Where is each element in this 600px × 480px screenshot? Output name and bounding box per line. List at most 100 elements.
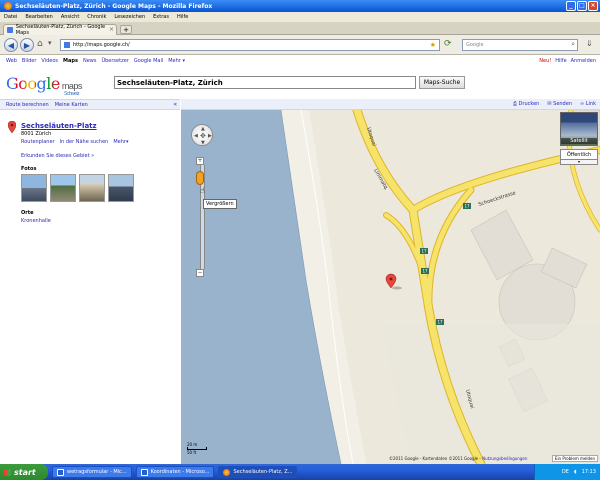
search-placeholder: Google (466, 42, 484, 48)
menu-bar: Datei Bearbeiten Ansicht Chronik Lesezei… (0, 12, 600, 22)
search-icon[interactable]: ⌕ (571, 40, 575, 49)
gbar-mehr[interactable]: Mehr ▾ (168, 58, 185, 64)
word-icon (140, 468, 148, 476)
maximize-button[interactable]: □ (577, 1, 587, 11)
pan-control[interactable]: ▲ ▼ ◀ ▶ ✥ (191, 124, 213, 146)
navigation-bar: ◀ ▶ ⌂ ▾ http://maps.google.ch/ ★ ⟳ Googl… (0, 35, 600, 55)
site-favicon-icon (64, 42, 70, 48)
place-kronenhalle-link[interactable]: Kronenhalle (21, 218, 51, 224)
gbar-web[interactable]: Web (6, 58, 17, 64)
google-maps-logo[interactable]: Google maps Schweiz (6, 74, 82, 97)
place-title[interactable]: Sechseläuten-Platz (21, 122, 97, 130)
minimize-button[interactable]: _ (566, 1, 576, 11)
back-button[interactable]: ◀ (4, 38, 18, 52)
menu-chronik[interactable]: Chronik (87, 14, 106, 20)
print-link[interactable]: ⎙ Drucken (513, 101, 539, 107)
route-link[interactable]: Route berechnen (6, 102, 49, 108)
menu-lesezeichen[interactable]: Lesezeichen (114, 14, 145, 20)
new-tab-button[interactable]: + (120, 25, 132, 34)
speaker-icon[interactable]: ◖ (574, 469, 577, 475)
nearby-search-link[interactable]: In der Nähe suchen (60, 139, 109, 145)
logo-google: Google (6, 74, 60, 93)
gbar-news[interactable]: News (83, 58, 97, 64)
map-canvas[interactable]: Utoquai Limmatq. Schoeckstrasse Utoquai … (181, 110, 600, 464)
download-icon[interactable]: ⇓ (586, 39, 593, 48)
menu-bearbeiten[interactable]: Bearbeiten (25, 14, 52, 20)
google-account-links: Neu! Hilfe Anmelden (539, 56, 596, 66)
photo-thumbnail[interactable] (108, 174, 134, 202)
maps-search-input[interactable]: Sechseläuten-Platz, Zürich (114, 76, 416, 89)
system-tray: DE ◖ 17:13 (534, 464, 600, 480)
url-text: http://maps.google.ch/ (73, 42, 130, 48)
map-type-control: Satellit Öffentlich ▾ (560, 112, 598, 165)
send-link[interactable]: ✉ Senden (547, 101, 572, 107)
logo-region: Schweiz (64, 91, 80, 97)
pan-right-icon[interactable]: ▶ (208, 133, 212, 139)
reload-icon[interactable]: ⟳ (444, 39, 452, 49)
more-link[interactable]: Mehr▾ (113, 139, 128, 145)
help-link[interactable]: Hilfe (555, 58, 566, 64)
dropdown-icon[interactable]: ▾ (48, 39, 52, 47)
scale-imperial: 50 ft (187, 450, 197, 455)
map-area[interactable]: ⎙ Drucken ✉ Senden ∞ Link Utoquai Limmat… (181, 99, 600, 464)
street-view-pegman-icon[interactable] (196, 171, 204, 186)
url-bar[interactable]: http://maps.google.ch/ ★ (60, 39, 440, 51)
gbar-uebersetzer[interactable]: Übersetzer (101, 58, 128, 64)
routenplaner-link[interactable]: Routenplaner (21, 139, 55, 145)
menu-hilfe[interactable]: Hilfe (177, 14, 188, 20)
my-maps-link[interactable]: Meine Karten (55, 102, 88, 108)
place-marker-icon (8, 121, 16, 133)
tab-close-icon[interactable]: × (109, 26, 114, 33)
pan-left-icon[interactable]: ◀ (194, 133, 198, 139)
menu-extras[interactable]: Extras (153, 14, 169, 20)
route-shield-label: 17 (422, 269, 428, 274)
tab-google-maps[interactable]: Sechseläuten-Platz, Zürich - Google Maps… (3, 24, 117, 36)
maps-search-button[interactable]: Maps-Suche (419, 76, 465, 89)
route-shield-label: 17 (421, 249, 427, 254)
satellite-label: Satellit (561, 138, 597, 144)
zoom-tooltip: Vergrößern (203, 199, 237, 209)
new-badge-link[interactable]: Neu! (539, 58, 551, 64)
window-title-bar: Sechseläuten-Platz, Zürich - Google Maps… (0, 0, 600, 12)
gbar-bilder[interactable]: Bilder (22, 58, 37, 64)
gbar-maps: Maps (63, 58, 78, 64)
firefox-icon (223, 468, 231, 476)
language-indicator[interactable]: DE (562, 469, 569, 475)
taskbar-item-word-2[interactable]: Koordinaten - Microso... (135, 466, 215, 478)
map-scale: 20 m 50 ft (187, 442, 207, 455)
report-problem-link[interactable]: Ein Problem melden (551, 455, 598, 462)
mail-icon: ✉ (547, 101, 552, 107)
satellite-button[interactable]: Satellit (560, 112, 598, 146)
signin-link[interactable]: Anmelden (571, 58, 596, 64)
menu-ansicht[interactable]: Ansicht (61, 14, 79, 20)
photo-thumbnail[interactable] (50, 174, 76, 202)
bookmark-star-icon[interactable]: ★ (430, 41, 436, 49)
square-area (381, 324, 600, 464)
left-panel-header: Route berechnen Meine Karten « (0, 99, 180, 110)
close-window-button[interactable]: × (588, 1, 598, 11)
printer-icon: ⎙ (512, 101, 517, 107)
explore-area-link[interactable]: Erkunden Sie dieses Gebiet » (21, 153, 94, 159)
gbar-videos[interactable]: Videos (41, 58, 58, 64)
zoom-out-button[interactable]: − (196, 269, 204, 277)
pan-down-icon[interactable]: ▼ (201, 140, 205, 146)
taskbar-item-firefox[interactable]: Sechseläuten-Platz, Z... (218, 466, 298, 478)
pan-center-icon[interactable]: ✥ (200, 132, 206, 140)
terms-link[interactable]: Nutzungsbedingungen (482, 456, 527, 461)
google-maps-favicon-icon (7, 27, 13, 33)
more-maptypes-icon[interactable]: ▾ (560, 160, 598, 165)
route-shield-label: 17 (437, 320, 443, 325)
home-icon[interactable]: ⌂ (37, 39, 43, 49)
photo-thumbnail[interactable] (21, 174, 47, 202)
menu-datei[interactable]: Datei (4, 14, 17, 20)
hand-cursor-icon: ☝ (200, 186, 205, 195)
collapse-panel-icon[interactable]: « (173, 101, 177, 108)
start-button[interactable]: start (0, 464, 48, 480)
forward-button[interactable]: ▶ (20, 38, 34, 52)
search-bar[interactable]: Google ⌕ (462, 39, 578, 51)
gbar-google-mail[interactable]: Google Mail (134, 58, 163, 64)
taskbar-item-word-1[interactable]: wetragsformular - Mic... (52, 466, 132, 478)
link-link[interactable]: ∞ Link (580, 101, 596, 107)
zoom-in-button[interactable]: + (196, 157, 204, 165)
photo-thumbnail[interactable] (79, 174, 105, 202)
